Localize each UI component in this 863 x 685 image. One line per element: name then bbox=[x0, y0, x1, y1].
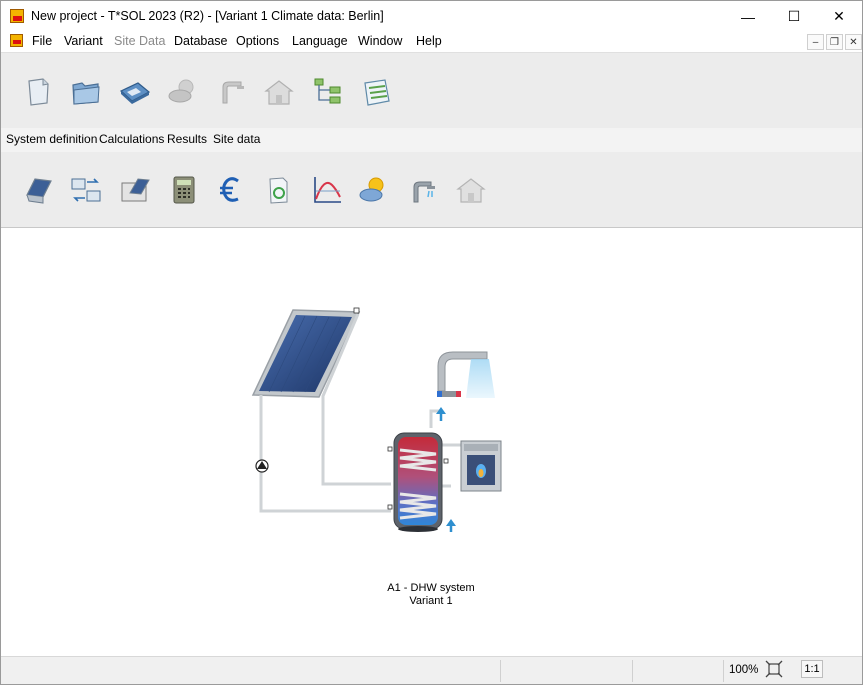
new-project-icon[interactable] bbox=[21, 75, 55, 109]
storage-tank[interactable] bbox=[387, 432, 449, 532]
shower-tap-icon[interactable] bbox=[406, 173, 440, 207]
tab-calculations[interactable]: Calculations bbox=[99, 132, 164, 146]
status-bar: 100% 1:1 bbox=[1, 656, 862, 684]
menu-file[interactable]: File bbox=[32, 34, 52, 48]
hot-water-shower[interactable] bbox=[437, 351, 495, 398]
section-toolbar bbox=[1, 152, 862, 228]
tab-site-data[interactable]: Site data bbox=[213, 132, 260, 146]
menu-bar: File Variant Site Data Database Options … bbox=[1, 32, 862, 52]
window-title: New project - T*SOL 2023 (R2) - [Variant… bbox=[31, 9, 384, 23]
fit-to-window-icon[interactable] bbox=[765, 660, 783, 678]
menu-language[interactable]: Language bbox=[292, 34, 348, 48]
tree-structure-icon[interactable] bbox=[311, 75, 345, 109]
flow-arrow-cold bbox=[446, 519, 456, 532]
tab-results[interactable]: Results bbox=[167, 132, 207, 146]
flow-arrow-hot bbox=[436, 407, 446, 421]
mdi-restore-button[interactable]: ❐ bbox=[826, 34, 843, 50]
curve-chart-icon[interactable] bbox=[310, 173, 344, 207]
application-window: New project - T*SOL 2023 (R2) - [Variant… bbox=[0, 0, 863, 685]
menu-database[interactable]: Database bbox=[174, 34, 228, 48]
house-grey-icon[interactable] bbox=[454, 173, 488, 207]
system-selection-icon[interactable] bbox=[118, 173, 152, 207]
system-caption-title: A1 - DHW system bbox=[387, 582, 475, 594]
actual-size-button[interactable]: 1:1 bbox=[801, 660, 823, 678]
close-button[interactable]: ✕ bbox=[816, 1, 862, 32]
report-list-icon[interactable] bbox=[359, 75, 393, 109]
system-caption-variant: Variant 1 bbox=[409, 595, 453, 607]
minimize-button[interactable]: — bbox=[725, 1, 771, 32]
euro-icon[interactable] bbox=[213, 173, 247, 207]
sun-cloud-icon[interactable] bbox=[357, 173, 391, 207]
maximize-button[interactable]: ☐ bbox=[771, 1, 817, 32]
weather-cloud-icon[interactable] bbox=[165, 75, 199, 109]
collector-field-icon[interactable] bbox=[21, 173, 55, 207]
zoom-level: 100% bbox=[729, 664, 759, 676]
status-separator bbox=[500, 660, 501, 682]
menu-site-data[interactable]: Site Data bbox=[114, 34, 165, 48]
save-disk-icon[interactable] bbox=[118, 75, 152, 109]
menu-variant[interactable]: Variant bbox=[64, 34, 103, 48]
status-separator bbox=[723, 660, 724, 682]
open-folder-icon[interactable] bbox=[69, 75, 103, 109]
auxiliary-boiler[interactable] bbox=[460, 440, 502, 492]
document-recycle-icon[interactable] bbox=[261, 173, 295, 207]
app-logo-icon[interactable] bbox=[10, 9, 24, 23]
status-separator bbox=[632, 660, 633, 682]
menu-window[interactable]: Window bbox=[358, 34, 402, 48]
main-toolbar bbox=[1, 52, 862, 128]
menu-help[interactable]: Help bbox=[416, 34, 442, 48]
system-diagram-canvas: A1 - DHW system Variant 1 bbox=[1, 228, 862, 656]
view-tabs: System definition Calculations Results S… bbox=[1, 128, 862, 152]
shower-icon[interactable] bbox=[215, 75, 249, 109]
menu-options[interactable]: Options bbox=[236, 34, 279, 48]
compare-variants-icon[interactable] bbox=[69, 173, 103, 207]
tab-system-definition[interactable]: System definition bbox=[6, 132, 97, 146]
calculator-icon[interactable] bbox=[167, 173, 201, 207]
mdi-minimize-button[interactable]: – bbox=[807, 34, 824, 50]
document-app-icon[interactable] bbox=[10, 34, 23, 47]
circulation-pump[interactable] bbox=[255, 459, 269, 473]
house-icon[interactable] bbox=[262, 75, 296, 109]
title-bar: New project - T*SOL 2023 (R2) - [Variant… bbox=[1, 1, 862, 32]
mdi-close-button[interactable]: ✕ bbox=[845, 34, 862, 50]
